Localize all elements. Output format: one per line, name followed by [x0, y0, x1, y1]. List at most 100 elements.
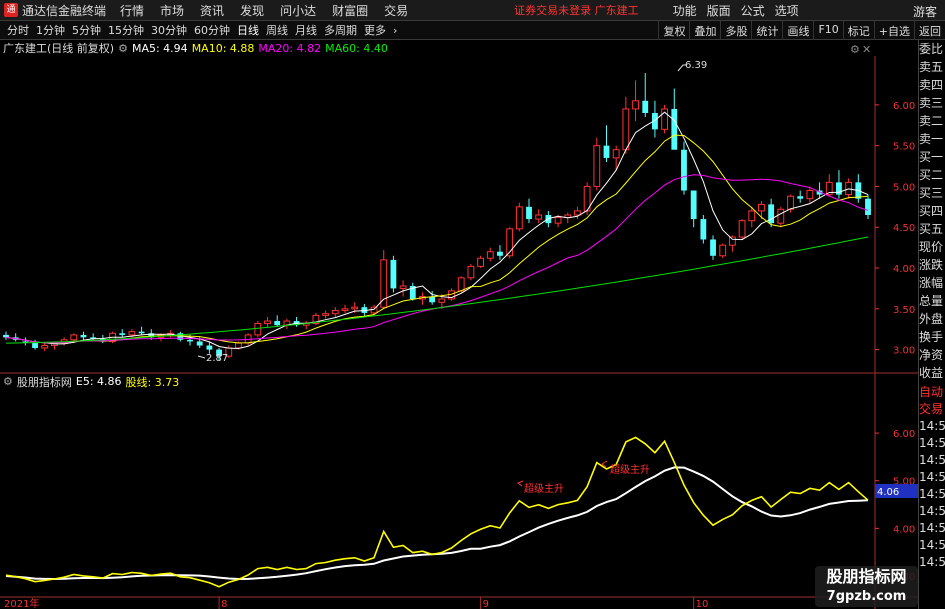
gear-icon[interactable]: ⚙: [850, 43, 860, 56]
candle: [690, 190, 697, 228]
auto-trade-label[interactable]: 自动: [919, 384, 945, 401]
menu-caifuquan[interactable]: 财富圈: [332, 2, 368, 19]
menu-jiaoyi[interactable]: 交易: [384, 2, 408, 19]
quote-field-label: 净资: [919, 348, 944, 362]
indicator-settings-icon[interactable]: ⚙: [3, 375, 13, 388]
price-tick: 3.50: [893, 305, 915, 316]
tab-5min[interactable]: 5分钟: [72, 22, 101, 38]
quote-field-label: 收益: [919, 366, 944, 380]
candle: [293, 316, 300, 327]
candle: [22, 337, 29, 346]
gx-value: 股线: 3.73: [125, 375, 180, 389]
candle: [855, 174, 862, 203]
quote-field-label: 卖一: [919, 132, 944, 146]
close-icon[interactable]: ✕: [862, 43, 871, 56]
candle: [719, 243, 727, 259]
candle: [797, 190, 804, 203]
candle: [777, 206, 785, 228]
logo-icon[interactable]: 通: [4, 3, 18, 17]
quote-field-label: 卖二: [919, 114, 944, 128]
low-pointer-icon: [197, 355, 206, 359]
candle: [41, 343, 49, 352]
trade-login-notice[interactable]: 证券交易未登录 广东建工: [514, 2, 639, 18]
svg-text:✕: ✕: [862, 43, 871, 56]
chevron-right-icon[interactable]: ›: [393, 24, 397, 37]
price-chart[interactable]: 6.00 5.50 5.00 4.50 4.00 3.50 3.00 6.005.004.0…: [0, 40, 918, 609]
candle: [467, 263, 475, 281]
menu-banmian[interactable]: 版面: [707, 2, 731, 19]
ma20-line: [5, 174, 869, 344]
price-tick: 5.50: [893, 142, 915, 153]
tab-more[interactable]: 更多: [364, 22, 386, 38]
quote-field-label: 现价: [919, 240, 944, 254]
price-axis: 6.00 5.50 5.00 4.50 4.00 3.50 3.00: [875, 101, 915, 357]
e5-value: E5: 4.86: [75, 375, 122, 388]
price-tick: 4.50: [893, 223, 915, 234]
multi-stock-button[interactable]: 多股: [720, 21, 751, 40]
candle: [661, 104, 669, 134]
candle: [603, 125, 610, 162]
mark-button[interactable]: 标记: [842, 21, 874, 40]
candle: [700, 215, 707, 244]
quote-field-label: 买四: [919, 204, 944, 218]
menu-shichang[interactable]: 市场: [160, 2, 184, 19]
menu-xuanxiang[interactable]: 选项: [775, 2, 799, 19]
candle: [836, 170, 842, 199]
chart-toolbar: 复权 叠加 多股 统计 画线 F10 标记 +自选 返回: [658, 21, 945, 40]
current-value: 4.06: [877, 487, 899, 498]
menu-hangqing[interactable]: 行情: [120, 2, 144, 19]
date-tick: 10: [696, 599, 709, 609]
top-menu-bar: 通 通达信金融终端 行情 市场 资讯 发现 问小达 财富圈 交易 证券交易未登录…: [0, 0, 945, 21]
app-window: 通 通达信金融终端 行情 市场 资讯 发现 问小达 财富圈 交易 证券交易未登录…: [0, 0, 945, 609]
fuquan-button[interactable]: 复权: [658, 21, 689, 40]
auto-trade-label[interactable]: 交易: [919, 401, 945, 418]
draw-line-button[interactable]: 画线: [782, 21, 813, 40]
quote-field-label: 外盘: [919, 312, 944, 326]
indicator-name[interactable]: 股朋指标网: [17, 374, 72, 390]
tick-time: 14:56: [919, 419, 945, 433]
candle: [477, 255, 484, 269]
overlay-button[interactable]: 叠加: [689, 21, 720, 40]
tab-1min[interactable]: 1分钟: [36, 22, 65, 38]
guest-label[interactable]: 游客: [913, 3, 937, 20]
candle: [535, 209, 543, 224]
candle: [758, 201, 765, 220]
stats-button[interactable]: 统计: [751, 21, 782, 40]
candle: [409, 282, 416, 301]
tab-multi-period[interactable]: 多周期: [324, 22, 357, 38]
menu-faxian[interactable]: 发现: [240, 2, 264, 19]
candle: [419, 292, 426, 305]
candle: [865, 194, 871, 220]
back-button[interactable]: 返回: [914, 21, 945, 40]
tab-30min[interactable]: 30分钟: [151, 22, 187, 38]
candle: [119, 329, 126, 338]
candle: [312, 312, 320, 326]
tab-60min[interactable]: 60分钟: [194, 22, 230, 38]
price-tick: 3.00: [893, 346, 915, 357]
tab-monthly[interactable]: 月线: [295, 22, 317, 38]
f10-button[interactable]: F10: [813, 21, 842, 40]
signal-arrow-1-icon: [516, 480, 524, 487]
quote-field-label: 买二: [919, 168, 944, 182]
quote-field-label: 换手: [919, 330, 944, 344]
menu-wenxiaoda[interactable]: 问小达: [280, 2, 316, 19]
menu-gongneng[interactable]: 功能: [673, 2, 697, 19]
candlestick-series: [3, 73, 871, 361]
tick-time: 14:56: [919, 538, 945, 552]
tab-15min[interactable]: 15分钟: [108, 22, 144, 38]
tick-time: 14:56: [919, 521, 945, 535]
candle: [574, 206, 581, 220]
candle: [138, 326, 145, 335]
tab-weekly[interactable]: 周线: [266, 22, 288, 38]
candle: [593, 137, 601, 191]
tick-time: 14:56: [919, 470, 945, 484]
e5-line: [5, 466, 869, 581]
add-watchlist-button[interactable]: +自选: [873, 21, 914, 40]
menu-zixun[interactable]: 资讯: [200, 2, 224, 19]
date-tick: 9: [483, 599, 489, 609]
tab-fenshi[interactable]: 分时: [7, 22, 29, 38]
tab-daily[interactable]: 日线: [237, 22, 259, 38]
candle: [632, 80, 639, 122]
menu-gongshi[interactable]: 公式: [741, 2, 765, 19]
low-label: 2.87: [206, 353, 228, 364]
